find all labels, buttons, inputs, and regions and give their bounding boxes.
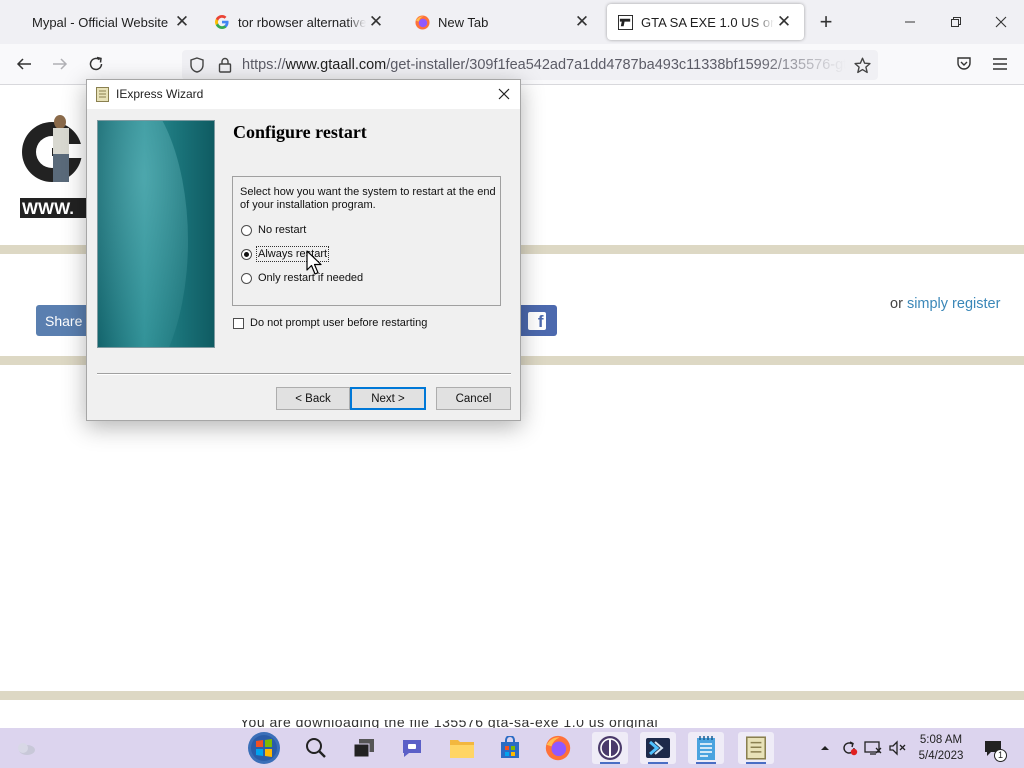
url-scheme: https://	[242, 57, 286, 73]
share-button[interactable]: Share	[36, 305, 92, 336]
star-bookmark-icon[interactable]	[852, 55, 872, 75]
notepad-icon[interactable]	[688, 732, 724, 764]
dialog-separator	[97, 373, 511, 375]
radio-button-selected[interactable]	[241, 248, 252, 260]
network-icon[interactable]	[863, 738, 883, 758]
weather-widget-icon[interactable]	[8, 732, 44, 764]
radio-button[interactable]	[241, 224, 252, 236]
restart-options-group: Select how you want the system to restar…	[232, 176, 501, 306]
url-path: /get-installer/309f1fea542ad7a1dd4787ba4…	[386, 57, 846, 73]
close-icon[interactable]: ✕	[774, 12, 794, 32]
reload-icon[interactable]	[82, 50, 110, 78]
mouse-pointer-icon	[306, 250, 324, 276]
tab-title: GTA SA EXE 1.0 US original	[641, 14, 774, 30]
radio-no-restart[interactable]: No restart	[241, 224, 306, 236]
close-icon[interactable]	[492, 82, 516, 106]
url-host: www.gtaall.com	[285, 57, 387, 73]
no-prompt-checkbox[interactable]: Do not prompt user before restarting	[233, 317, 427, 329]
forward-arrow-icon[interactable]	[46, 50, 74, 78]
close-window-icon[interactable]	[981, 6, 1021, 38]
checkbox[interactable]	[233, 317, 244, 329]
terminal-icon[interactable]	[640, 732, 676, 764]
tab-strip: Mypal - Official Website ✕ tor rbowser a…	[0, 0, 1024, 44]
minimize-icon[interactable]	[890, 6, 930, 38]
page-divider	[0, 691, 1024, 700]
sync-icon[interactable]	[839, 738, 859, 758]
system-clock[interactable]: 5:08 AM 5/4/2023	[914, 732, 968, 764]
svg-text:WWW.: WWW.	[22, 199, 74, 218]
tab-gta-sa-exe[interactable]: GTA SA EXE 1.0 US original ✕	[607, 4, 804, 40]
register-link[interactable]: simply register	[907, 296, 1000, 312]
chevron-up-icon[interactable]	[815, 738, 835, 758]
radio-button[interactable]	[241, 272, 252, 284]
wizard-banner-image	[97, 120, 215, 348]
checkbox-label[interactable]: Do not prompt user before restarting	[250, 317, 427, 329]
back-arrow-icon[interactable]	[10, 50, 38, 78]
firefox-icon	[414, 14, 430, 30]
next-button[interactable]: Next >	[350, 387, 426, 410]
download-info-label: You are downloading the file 135576 gta-…	[240, 720, 659, 728]
task-view-icon[interactable]	[346, 732, 382, 764]
facebook-share-button[interactable]: f	[516, 305, 557, 336]
start-icon[interactable]	[246, 732, 282, 764]
facebook-icon: f	[527, 311, 546, 330]
tab-title: tor rbowser alternatives - G	[238, 14, 366, 30]
next-button-label: Next >	[371, 392, 405, 405]
wizard-step-heading: Configure restart	[233, 122, 367, 142]
iexpress-icon	[96, 87, 109, 102]
dialog-title: IExpress Wizard	[116, 87, 204, 101]
dialog-title-bar[interactable]: IExpress Wizard	[87, 80, 520, 109]
pocket-icon[interactable]	[950, 50, 978, 78]
clock-time: 5:08 AM	[919, 734, 963, 746]
tab-title: New Tab	[438, 14, 489, 30]
tab-google-search[interactable]: tor rbowser alternatives - G ✕	[204, 4, 396, 40]
iexpress-wizard-dialog: IExpress Wizard Configure restart Select…	[86, 79, 521, 421]
close-icon[interactable]: ✕	[366, 12, 386, 32]
download-info-text: You are downloading the file 135576 gta-…	[240, 720, 780, 728]
chat-icon[interactable]	[394, 732, 430, 764]
tor-icon[interactable]	[592, 732, 628, 764]
back-button[interactable]: < Back	[276, 387, 350, 410]
register-prefix: or	[890, 296, 903, 312]
url-bar[interactable]: https://www.gtaall.com/get-installer/309…	[182, 50, 878, 80]
site-logo[interactable]: WWW.	[20, 104, 90, 220]
file-explorer-icon[interactable]	[444, 732, 480, 764]
register-prompt: or simply register	[890, 296, 1000, 312]
store-icon[interactable]	[492, 732, 528, 764]
restore-icon[interactable]	[936, 6, 976, 38]
close-icon[interactable]: ✕	[572, 12, 592, 32]
cancel-button[interactable]: Cancel	[436, 387, 511, 410]
back-button-label: < Back	[295, 392, 331, 405]
iexpress-icon[interactable]	[738, 732, 774, 764]
notification-center-icon[interactable]: 1	[981, 738, 1007, 762]
gun-icon	[617, 14, 633, 30]
radio-only-if-needed[interactable]: Only restart if needed	[241, 272, 363, 284]
close-icon[interactable]: ✕	[172, 12, 192, 32]
tab-title: Mypal - Official Website	[32, 14, 169, 30]
taskbar: 5:08 AM 5/4/2023 1	[0, 728, 1024, 768]
volume-muted-icon[interactable]	[887, 738, 907, 758]
url-text[interactable]: https://www.gtaall.com/get-installer/309…	[242, 57, 846, 73]
restart-instruction: Select how you want the system to restar…	[240, 186, 496, 211]
notification-badge: 1	[994, 749, 1007, 762]
shield-icon[interactable]	[187, 55, 207, 75]
lock-icon[interactable]	[215, 55, 235, 75]
menu-hamburger-icon[interactable]	[986, 50, 1014, 78]
cancel-button-label: Cancel	[455, 392, 492, 405]
share-label: Share	[45, 312, 83, 329]
firefox-icon[interactable]	[540, 732, 576, 764]
radio-label[interactable]: No restart	[258, 224, 306, 236]
google-icon	[214, 14, 230, 30]
clock-date: 5/4/2023	[918, 750, 964, 762]
new-tab-button[interactable]: +	[812, 8, 840, 36]
search-icon[interactable]	[298, 732, 334, 764]
tab-mypal[interactable]: Mypal - Official Website ✕	[22, 4, 202, 40]
tab-new-tab[interactable]: New Tab ✕	[404, 4, 602, 40]
